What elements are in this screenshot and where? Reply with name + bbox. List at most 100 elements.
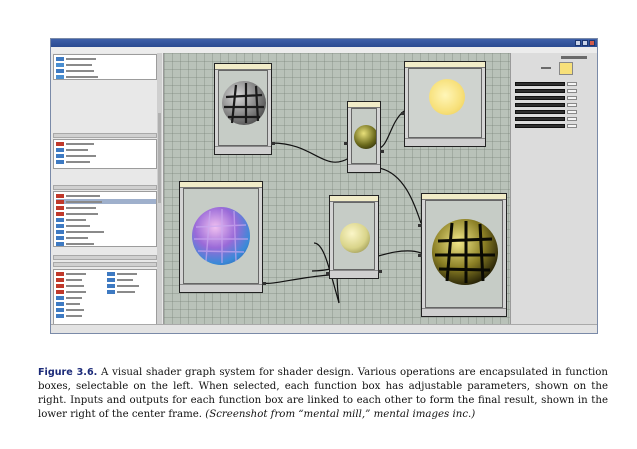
parameter-row[interactable] [515,123,593,128]
preview-sphere [192,207,250,265]
parameter-row[interactable] [515,109,593,114]
list-item[interactable] [107,283,156,288]
list-item[interactable] [107,271,156,276]
preview-sphere [222,81,266,125]
status-bar [51,324,597,333]
list-item[interactable] [56,313,105,318]
list-item[interactable] [56,217,156,222]
node-preview [183,188,259,284]
list-item[interactable] [56,159,156,164]
list-item-selected[interactable] [56,199,156,204]
list-item[interactable] [56,241,156,246]
minimize-icon[interactable] [575,40,581,46]
node-footer [422,308,506,316]
node-preview [333,202,375,270]
list-item[interactable] [56,141,156,146]
function-node[interactable] [344,101,384,173]
list-item[interactable] [56,147,156,152]
normal-map-pattern [194,209,248,263]
parameter-row[interactable] [515,81,593,86]
figure-caption: Figure 3.6. A visual shader graph system… [38,366,608,422]
list-item[interactable] [56,211,156,216]
left-scrollbar[interactable] [157,53,162,325]
function-node[interactable] [401,61,486,147]
figure-label: Figure 3.6. [38,367,98,379]
preview-sphere [354,125,376,149]
list-item[interactable] [56,235,156,240]
library-section-header[interactable] [53,133,157,138]
list-item[interactable] [107,277,156,282]
color-label [541,67,551,69]
function-node[interactable] [179,181,266,293]
node-preview [408,68,482,138]
preview-sphere [429,79,465,115]
list-item[interactable] [56,68,156,73]
node-output-port[interactable] [380,150,384,153]
preview-sphere [432,219,498,285]
color-swatch[interactable] [559,62,573,75]
parameters-title [561,56,587,59]
function-node[interactable] [214,63,275,155]
parameter-row[interactable] [515,116,593,121]
list-item[interactable] [56,193,156,198]
list-item[interactable] [56,289,105,294]
list-item[interactable] [56,205,156,210]
final-result-node[interactable] [418,193,507,317]
node-input-port[interactable] [344,142,348,145]
node-preview [425,200,503,308]
node-input-port[interactable] [418,254,422,257]
node-footer [180,284,262,292]
wire [261,274,330,284]
list-item[interactable] [56,153,156,158]
parameter-row[interactable] [515,102,593,107]
maximize-icon[interactable] [582,40,588,46]
list-item[interactable] [56,301,105,306]
library-section-header[interactable] [53,262,157,267]
library-section-header[interactable] [53,255,157,260]
node-output-port[interactable] [271,142,275,145]
preview-sphere [340,223,370,253]
node-footer [330,270,378,278]
window-controls [575,40,595,46]
function-library-panel [51,53,164,325]
list-item[interactable] [56,307,105,312]
tile-pattern [224,83,264,124]
node-output-port[interactable] [262,282,266,285]
node-footer [215,146,271,154]
list-item[interactable] [56,56,156,61]
list-item[interactable] [107,289,156,294]
list-item[interactable] [56,271,105,276]
parameter-row[interactable] [515,95,593,100]
screenshot-mental-mill [50,38,598,334]
list-item[interactable] [56,277,105,282]
window-titlebar [51,39,597,47]
list-item[interactable] [56,283,105,288]
node-output-port[interactable] [378,270,382,273]
library-section-header[interactable] [53,185,157,190]
parameters-panel [510,53,597,325]
shader-graph-canvas[interactable] [164,53,510,325]
node-input-port[interactable] [418,224,422,227]
library-list-textures [53,139,157,169]
node-preview [351,108,377,164]
list-item[interactable] [56,62,156,67]
node-input-port[interactable] [326,272,330,275]
wire [378,167,422,224]
list-item[interactable] [56,74,156,79]
list-item[interactable] [56,223,156,228]
node-input-port[interactable] [401,112,405,115]
close-icon[interactable] [589,40,595,46]
node-footer [405,138,485,146]
list-item[interactable] [56,229,156,234]
wire [271,142,350,163]
scrollbar-thumb[interactable] [158,113,161,203]
library-list-materials [53,269,157,325]
list-item[interactable] [56,295,105,300]
parameter-row[interactable] [515,88,593,93]
caption-credit: (Screenshot from “mental mill,” mental i… [205,409,476,421]
node-footer [348,164,380,172]
library-list-top [53,54,157,80]
node-preview [218,70,268,146]
tile-pattern [435,221,495,283]
function-node[interactable] [326,195,382,279]
